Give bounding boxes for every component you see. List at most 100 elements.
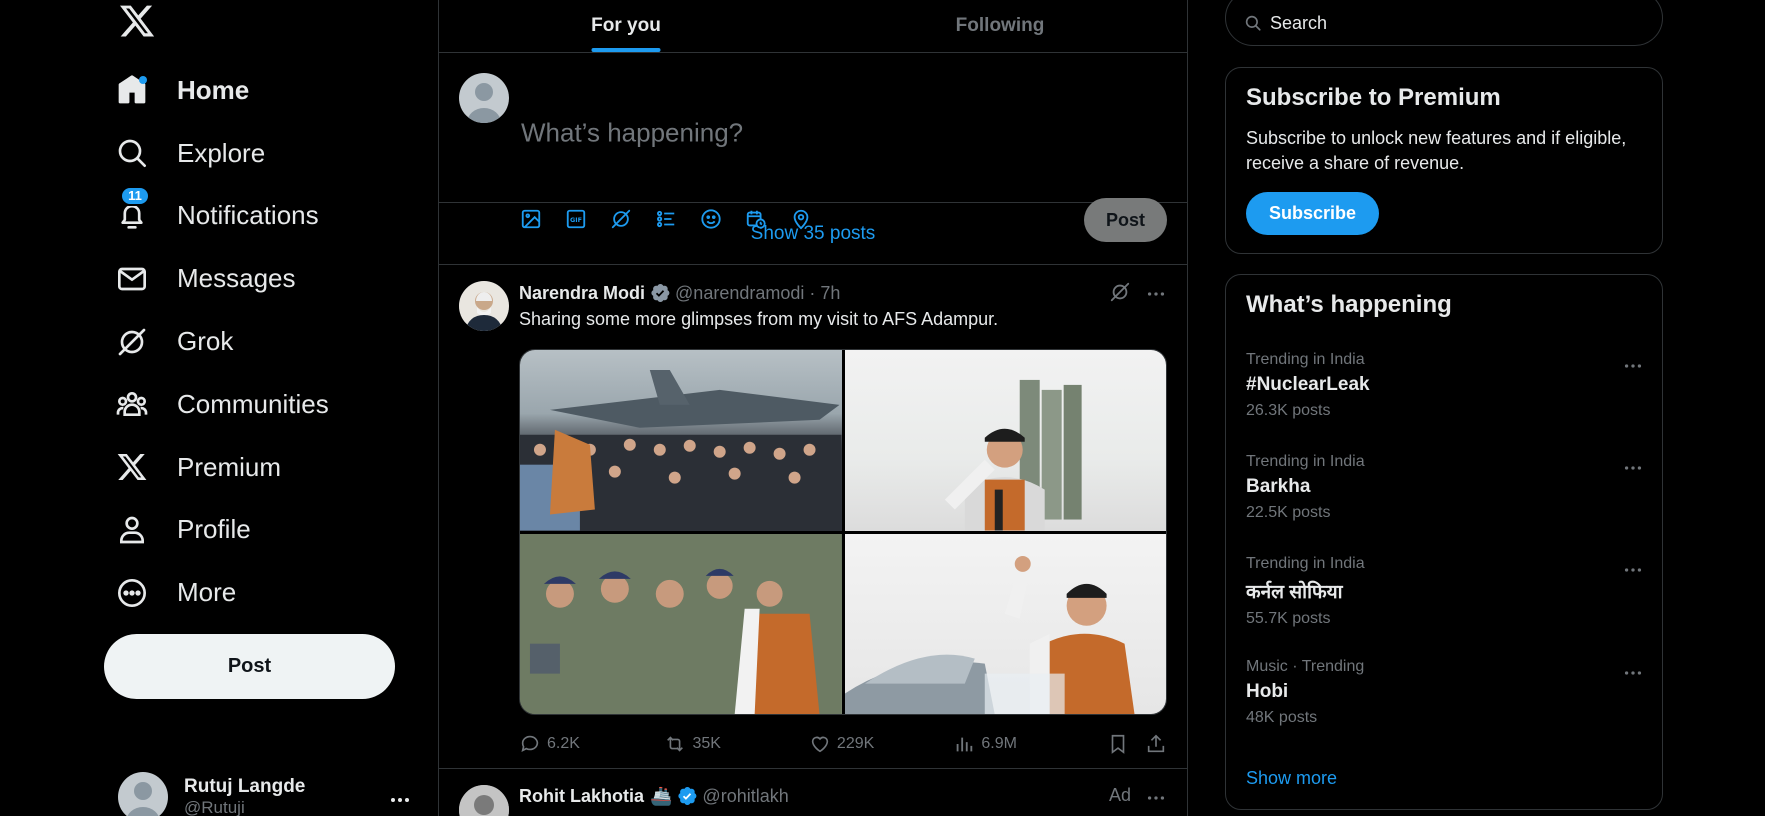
post-button[interactable]: Post: [104, 634, 395, 699]
trend-name: Barkha: [1246, 476, 1311, 497]
avatar: [118, 772, 168, 816]
nav-item-grok[interactable]: Grok: [116, 310, 329, 373]
timeline: For you Following What’s happening? GIF …: [438, 0, 1188, 816]
tab-following[interactable]: Following: [813, 0, 1187, 52]
tweet[interactable]: Narendra Modi @narendramodi · 7h Sharing…: [439, 265, 1187, 769]
more-horizontal-icon[interactable]: [1622, 662, 1644, 684]
search-placeholder: Search: [1270, 12, 1328, 33]
reply-icon: [519, 733, 547, 755]
grok-icon[interactable]: [610, 208, 632, 230]
nav-list: Home Explore 11 Notifications Messages G…: [116, 59, 329, 624]
tweet-photo[interactable]: [520, 350, 842, 531]
bookmark-icon[interactable]: [1107, 733, 1129, 755]
gif-icon[interactable]: GIF: [565, 208, 587, 230]
notification-count-badge: 11: [120, 185, 150, 206]
show-more-link[interactable]: Show more: [1246, 768, 1337, 789]
avatar: [459, 73, 509, 123]
separator-dot: ·: [804, 282, 821, 303]
nav-label: Premium: [177, 451, 282, 482]
trend-item[interactable]: Trending in India #NuclearLeak 26.3K pos…: [1246, 351, 1644, 420]
search-input[interactable]: Search: [1225, 0, 1663, 46]
avatar[interactable]: [459, 785, 509, 816]
tweet-header: Rohit Lakhotia 🚢 @rohitlakh: [519, 785, 789, 807]
home-icon: [116, 74, 148, 106]
trend-item[interactable]: Trending in India कर्नल सोफिया 55.7K pos…: [1246, 555, 1644, 628]
tweet-photo[interactable]: [520, 533, 842, 714]
schedule-icon[interactable]: [745, 208, 767, 230]
more-horizontal-icon[interactable]: [1145, 787, 1167, 809]
verified-badge-icon[interactable]: [649, 282, 671, 304]
more-circle-icon: [116, 577, 148, 609]
trend-count: 55.7K posts: [1246, 610, 1331, 627]
compose-post-button[interactable]: Post: [1084, 198, 1167, 242]
heart-icon: [809, 733, 837, 755]
nav-item-explore[interactable]: Explore: [116, 122, 329, 185]
tweet-header: Narendra Modi @narendramodi · 7h: [519, 281, 840, 305]
nav-label: Notifications: [177, 200, 319, 231]
person-icon: [116, 514, 148, 546]
account-switcher[interactable]: Rutuj Langde @Rutuji: [118, 772, 305, 816]
nav-label: Profile: [177, 514, 251, 545]
like-button[interactable]: 229K: [809, 733, 953, 755]
poll-icon[interactable]: [655, 208, 677, 230]
active-tab-indicator: [591, 48, 661, 52]
nav-item-premium[interactable]: Premium: [116, 436, 329, 499]
nav-item-communities[interactable]: Communities: [116, 373, 329, 436]
author-handle[interactable]: @narendramodi: [675, 283, 804, 304]
nav-label: More: [177, 577, 237, 608]
grok-icon[interactable]: [1109, 281, 1131, 303]
nav-item-profile[interactable]: Profile: [116, 499, 329, 562]
avatar[interactable]: [459, 281, 509, 331]
grok-icon: [116, 326, 148, 358]
x-logo-icon: [116, 451, 148, 483]
nav-label: Explore: [177, 137, 266, 168]
more-horizontal-icon[interactable]: [1622, 559, 1644, 581]
trend-context: Trending in India: [1246, 555, 1365, 572]
trend-item[interactable]: Music · Trending Hobi 48K posts: [1246, 658, 1644, 727]
author-name[interactable]: Narendra Modi: [519, 283, 645, 304]
reply-button[interactable]: 6.2K: [519, 733, 664, 755]
subscribe-button[interactable]: Subscribe: [1246, 192, 1379, 235]
author-name[interactable]: Rohit Lakhotia: [519, 786, 644, 807]
author-emoji: 🚢: [650, 785, 673, 806]
tweet-photo[interactable]: [844, 350, 1166, 531]
compose-input[interactable]: What’s happening?: [521, 118, 743, 149]
more-horizontal-icon[interactable]: [1145, 283, 1167, 305]
verified-badge-icon[interactable]: [676, 785, 698, 807]
more-horizontal-icon[interactable]: [1622, 457, 1644, 479]
trend-item[interactable]: Trending in India Barkha 22.5K posts: [1246, 453, 1644, 522]
author-handle[interactable]: @rohitlakh: [702, 786, 788, 807]
nav-item-more[interactable]: More: [116, 561, 329, 624]
whats-happening-card: What’s happening Trending in India #Nucl…: [1225, 274, 1663, 810]
search-icon: [116, 137, 148, 169]
nav-label: Home: [177, 74, 250, 105]
nav-label: Messages: [177, 263, 296, 294]
tweet-time[interactable]: 7h: [820, 283, 840, 304]
repost-button[interactable]: 35K: [664, 733, 808, 755]
account-name: Rutuj Langde: [184, 776, 306, 797]
trend-name: कर्नल सोफिया: [1246, 582, 1343, 603]
trend-count: 26.3K posts: [1246, 402, 1331, 419]
views-button[interactable]: 6.9M: [953, 733, 1091, 755]
timeline-tabs: For you Following: [439, 0, 1187, 53]
analytics-icon: [953, 733, 981, 755]
tab-for-you[interactable]: For you: [439, 0, 813, 52]
tab-label: For you: [591, 15, 661, 36]
more-horizontal-icon[interactable]: [388, 788, 412, 812]
premium-card: Subscribe to Premium Subscribe to unlock…: [1225, 67, 1663, 254]
nav-item-home[interactable]: Home: [116, 59, 329, 122]
share-icon[interactable]: [1145, 733, 1167, 755]
location-icon[interactable]: [790, 208, 812, 230]
tweet-actions: 6.2K 35K 229K 6.9M: [519, 733, 1167, 755]
premium-description: Subscribe to unlock new features and if …: [1246, 128, 1627, 173]
nav-item-messages[interactable]: Messages: [116, 247, 329, 310]
tweet-photo[interactable]: [844, 533, 1166, 714]
image-icon[interactable]: [520, 208, 542, 230]
nav-item-notifications[interactable]: 11 Notifications: [116, 185, 329, 248]
premium-title: Subscribe to Premium: [1246, 84, 1501, 111]
trend-name: #NuclearLeak: [1246, 374, 1370, 395]
emoji-icon[interactable]: [700, 208, 722, 230]
more-horizontal-icon[interactable]: [1622, 355, 1644, 377]
x-logo-icon[interactable]: [118, 2, 156, 40]
tab-label: Following: [955, 15, 1045, 36]
